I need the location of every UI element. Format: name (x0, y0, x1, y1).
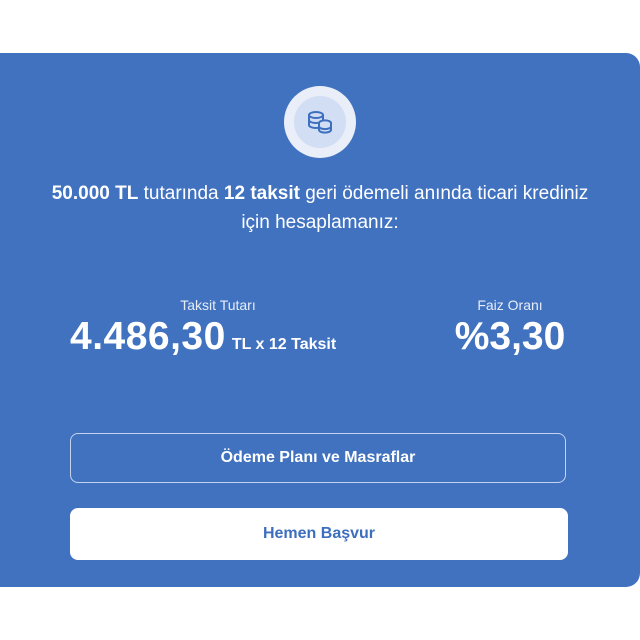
payment-plan-button[interactable]: Ödeme Planı ve Masraflar (70, 433, 566, 483)
apply-now-button[interactable]: Hemen Başvur (70, 508, 568, 560)
installment-count: 12 taksit (223, 183, 300, 204)
interest-label: Faiz Oranı (477, 297, 543, 313)
coins-icon (294, 96, 346, 148)
installment-value: 4.486,30 (70, 315, 226, 358)
calculation-summary: 50.000 TL tutarında 12 taksit geri ödeme… (40, 179, 600, 237)
loan-calculation-card: 50.000 TL tutarında 12 taksit geri ödeme… (0, 53, 640, 587)
loan-amount: 50.000 TL (51, 183, 139, 204)
installment-amount: 4.486,30 TL x 12 Taksit (70, 315, 336, 359)
summary-text-1: tutarında (138, 183, 224, 204)
coin-badge (284, 86, 356, 158)
interest-value: %3,30 (454, 315, 566, 358)
installment-suffix: TL x 12 Taksit (231, 336, 337, 353)
installment-label: Taksit Tutarı (180, 297, 256, 313)
